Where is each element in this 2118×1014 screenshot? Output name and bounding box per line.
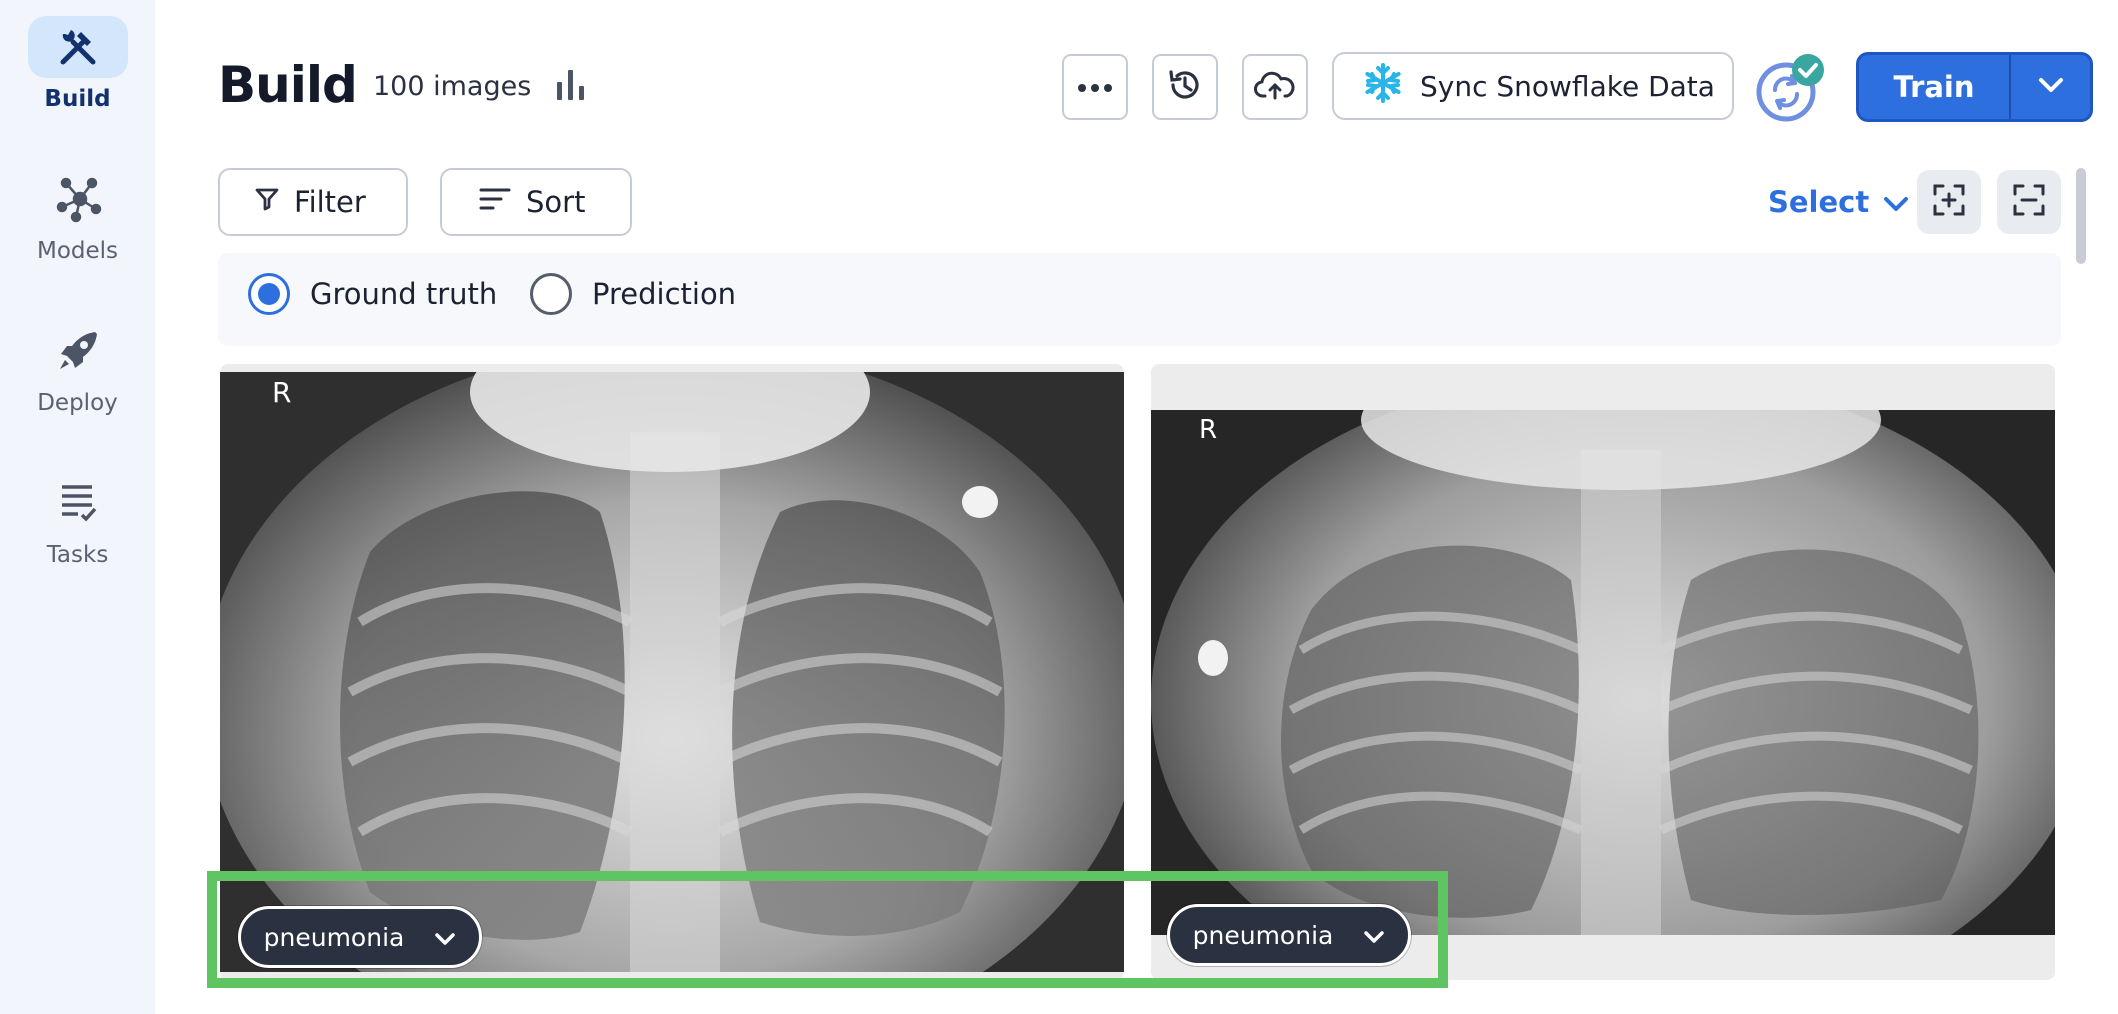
chevron-down-icon: [1363, 921, 1385, 950]
xray-image[interactable]: R: [1151, 410, 2055, 935]
filter-label: Filter: [294, 185, 366, 219]
view-mode-bar: Ground truth Prediction: [218, 253, 2061, 346]
chevron-down-icon: [434, 923, 456, 952]
sidebar-item-label: Models: [36, 238, 119, 264]
tasks-list-icon: [28, 472, 128, 534]
sidebar-item-label: Deploy: [37, 390, 118, 416]
zoom-in-button[interactable]: [1917, 170, 1981, 234]
sort-label: Sort: [526, 185, 586, 219]
sync-snowflake-button[interactable]: Sync Snowflake Data: [1332, 52, 1734, 120]
chevron-down-icon: [1883, 185, 1909, 219]
more-options-button[interactable]: [1062, 54, 1128, 120]
history-icon: [1166, 66, 1204, 108]
sort-icon: [478, 185, 512, 219]
chevron-down-icon: [2038, 77, 2064, 97]
history-button[interactable]: [1152, 54, 1218, 120]
sidebar: Build Models Deploy Tasks: [0, 0, 155, 1014]
snowflake-icon: [1362, 62, 1404, 111]
ground-truth-radio[interactable]: Ground truth: [248, 273, 497, 315]
image-card[interactable]: R pneumonia: [1151, 364, 2055, 980]
sidebar-item-label: Build: [44, 86, 111, 112]
upload-button[interactable]: [1242, 54, 1308, 120]
deploy-rocket-icon: [28, 320, 128, 382]
expand-focus-icon: [1931, 182, 1967, 222]
xray-side-marker: R: [272, 376, 291, 409]
image-card[interactable]: R pneumonia: [220, 364, 1124, 980]
label-value: pneumonia: [1192, 920, 1334, 950]
label-value: pneumonia: [263, 922, 405, 952]
cloud-upload-icon: [1254, 68, 1296, 106]
select-label: Select: [1768, 185, 1870, 219]
ellipsis-icon: [1077, 78, 1113, 97]
filter-button[interactable]: Filter: [218, 168, 408, 236]
label-dropdown[interactable]: pneumonia: [238, 906, 482, 968]
sidebar-item-deploy[interactable]: Deploy: [0, 320, 155, 416]
sidebar-item-tasks[interactable]: Tasks: [0, 472, 155, 568]
train-options-button[interactable]: [2011, 55, 2090, 119]
image-count: 100 images: [373, 71, 532, 102]
radio-selected-icon: [248, 273, 290, 315]
scrollbar-thumb[interactable]: [2076, 168, 2086, 264]
train-button[interactable]: Train: [1859, 55, 2009, 119]
xray-side-marker: R: [1199, 415, 1217, 445]
collapse-focus-icon: [2011, 182, 2047, 222]
sync-snowflake-label: Sync Snowflake Data: [1420, 69, 1715, 103]
select-dropdown[interactable]: Select: [1768, 180, 1909, 224]
xray-image[interactable]: R: [220, 372, 1124, 972]
sort-button[interactable]: Sort: [440, 168, 632, 236]
sidebar-item-label: Tasks: [46, 542, 109, 568]
prediction-label: Prediction: [592, 277, 737, 311]
bar-chart-icon[interactable]: [553, 66, 589, 102]
sync-status-icon[interactable]: [1753, 52, 1827, 122]
models-network-icon: [28, 168, 128, 230]
filter-icon: [254, 185, 280, 219]
radio-unselected-icon: [530, 273, 572, 315]
label-dropdown[interactable]: pneumonia: [1167, 904, 1411, 966]
prediction-radio[interactable]: Prediction: [530, 273, 736, 315]
train-split-button: Train: [1856, 52, 2093, 122]
sidebar-item-build[interactable]: Build: [0, 16, 155, 112]
sidebar-item-models[interactable]: Models: [0, 168, 155, 264]
compact-view-button[interactable]: [1997, 170, 2061, 234]
ground-truth-label: Ground truth: [310, 277, 498, 311]
page-title: Build: [218, 56, 358, 114]
build-tools-icon: [27, 16, 128, 78]
